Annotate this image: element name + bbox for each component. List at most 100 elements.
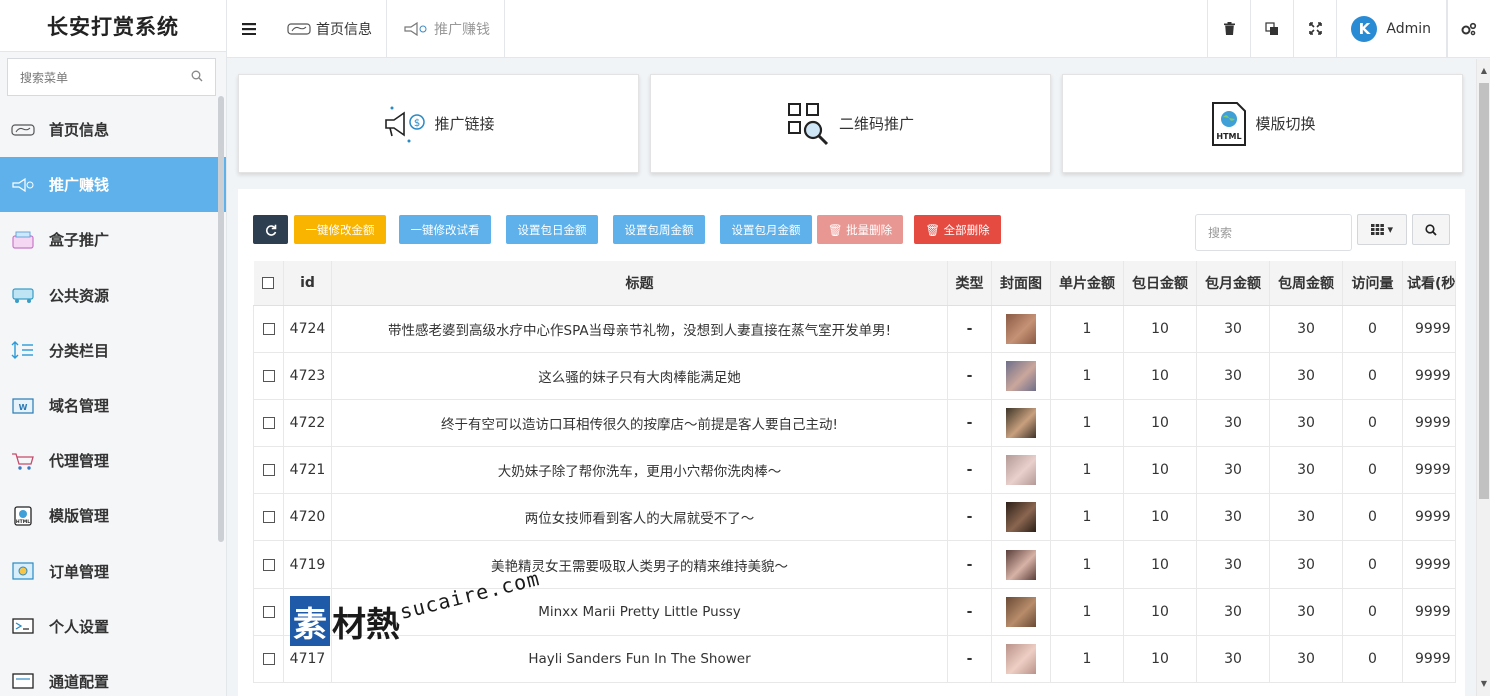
scroll-up-icon[interactable]: ▲ <box>1477 63 1490 77</box>
cell-id: 4724 <box>283 304 332 353</box>
caret-down-icon: ▾ <box>1387 223 1394 236</box>
column-header-single-price[interactable]: 单片金额 <box>1050 261 1124 306</box>
row-checkbox[interactable] <box>262 558 275 571</box>
cell-trial: 9999 <box>1401 634 1457 684</box>
sidebar-item-resource[interactable]: 公共资源 <box>0 268 226 323</box>
set-all-amount-button[interactable]: 一键修改金额 <box>294 215 386 244</box>
row-checkbox[interactable] <box>262 511 275 524</box>
sidebar-item-promotion[interactable]: 推广赚钱 <box>0 157 226 213</box>
promo-link-card[interactable]: $ 推广链接 <box>238 74 639 173</box>
cell-daily: 10 <box>1123 587 1197 636</box>
sidebar-item-profile[interactable]: 个人设置 <box>0 599 226 654</box>
sidebar-item-domain[interactable]: W 域名管理 <box>0 378 226 433</box>
cell-type: - <box>947 634 992 684</box>
list-panel: 一键修改金额 一键修改试看 设置包日金额 设置包周金额 设置包月金额 🗑 批量删… <box>238 189 1465 696</box>
sidebar-item-template[interactable]: HTML 模版管理 <box>0 488 226 543</box>
grid-icon <box>1370 224 1384 235</box>
refresh-button[interactable] <box>253 215 288 244</box>
select-all-checkbox-cell[interactable] <box>253 261 284 306</box>
cell-daily: 10 <box>1123 304 1197 353</box>
set-daily-button[interactable]: 设置包日金额 <box>506 215 598 244</box>
column-header-type[interactable]: 类型 <box>947 261 992 306</box>
sidebar-item-agent[interactable]: 代理管理 <box>0 433 226 488</box>
table-row[interactable]: 4719 美艳精灵女王需要吸取人类男子的精来维持美貌～ -1 10 30 30 0 9999 <box>253 540 1457 589</box>
column-header-monthly-price[interactable]: 包月金额 <box>1196 261 1270 306</box>
table-row[interactable]: 4720 两位女技师看到客人的大屌就受不了～ -1 10 30 30 0 9999 <box>253 493 1457 542</box>
row-checkbox[interactable] <box>262 605 275 618</box>
set-weekly-button[interactable]: 设置包周金额 <box>613 215 705 244</box>
menu-search-input[interactable]: 搜索菜单 <box>7 58 216 96</box>
row-checkbox[interactable] <box>262 369 275 382</box>
refresh-icon <box>265 224 276 236</box>
topbar-actions: K Admin <box>1207 0 1490 57</box>
column-header-trial[interactable]: 试看(秒 <box>1402 261 1457 306</box>
table-row[interactable]: 4721 大奶妹子除了帮你洗车，更用小穴帮你洗肉棒～ -1 10 30 30 0 9999 <box>253 446 1457 495</box>
cover-cell <box>991 446 1051 495</box>
table-search-input[interactable]: 搜索 <box>1195 214 1352 251</box>
sidebar-scrollbar[interactable] <box>218 96 224 542</box>
table-row[interactable]: 4717 Hayli Sanders Fun In The Shower -1 10 3… <box>253 634 1457 684</box>
card-label: 模版切换 <box>1255 115 1316 133</box>
scroll-down-icon[interactable]: ▼ <box>1477 676 1490 690</box>
cover-thumbnail[interactable] <box>1006 455 1036 486</box>
select-all-checkbox[interactable] <box>262 276 275 289</box>
cover-thumbnail[interactable] <box>1006 502 1036 533</box>
html-icon: HTML <box>10 506 36 526</box>
batch-delete-button[interactable]: 🗑 批量删除 <box>817 215 903 244</box>
row-checkbox-cell <box>253 304 284 353</box>
template-switch-card[interactable]: HTML 模版切换 <box>1062 74 1463 173</box>
cell-weekly: 30 <box>1269 304 1343 353</box>
page-scrollbar[interactable]: ▲ ▼ <box>1476 59 1490 696</box>
column-header-views[interactable]: 访问量 <box>1342 261 1403 306</box>
sidebar-item-dashboard[interactable]: 首页信息 <box>0 102 226 157</box>
menu-toggle-icon[interactable] <box>227 0 271 57</box>
tab-promotion[interactable]: 推广赚钱 <box>387 0 505 57</box>
user-menu[interactable]: K Admin <box>1336 0 1447 57</box>
cell-views: 0 <box>1342 351 1403 400</box>
row-checkbox[interactable] <box>262 322 275 335</box>
sidebar-item-label: 分类栏目 <box>49 341 110 360</box>
cover-thumbnail[interactable] <box>1006 360 1036 391</box>
cell-type: - <box>947 587 992 636</box>
row-checkbox[interactable] <box>262 464 275 477</box>
row-checkbox[interactable] <box>262 652 275 665</box>
user-name: Admin <box>1386 20 1431 37</box>
scrollbar-thumb[interactable] <box>1479 83 1489 499</box>
sidebar-item-category[interactable]: 分类栏目 <box>0 323 226 378</box>
columns-toggle-button[interactable]: ▾ <box>1357 214 1407 245</box>
qrcode-promo-card[interactable]: 二维码推广 <box>650 74 1051 173</box>
cell-views: 0 <box>1342 587 1403 636</box>
watermark: 素 材熱 sucaire.com <box>290 566 542 646</box>
sidebar-item-order[interactable]: 订单管理 <box>0 544 226 599</box>
sidebar-item-channel[interactable]: 通道配置 <box>0 654 226 696</box>
column-header-title[interactable]: 标题 <box>331 261 948 306</box>
search-button[interactable] <box>1412 214 1450 245</box>
cell-title: 终于有空可以造访口耳相传很久的按摩店～前提是客人要自己主动! <box>331 398 948 448</box>
cover-thumbnail[interactable] <box>1006 407 1036 438</box>
column-header-weekly-price[interactable]: 包周金额 <box>1269 261 1343 306</box>
gear-icon[interactable] <box>1447 0 1490 57</box>
cover-thumbnail[interactable] <box>1006 549 1036 580</box>
tab-dashboard[interactable]: 首页信息 <box>271 0 387 57</box>
cell-trial: 9999 <box>1401 398 1457 448</box>
table-row[interactable]: 4724 带性感老婆到高级水疗中心作SPA当母亲节礼物，没想到人妻直接在蒸气室开发… <box>253 304 1457 353</box>
fullscreen-icon[interactable] <box>1293 0 1336 57</box>
column-header-daily-price[interactable]: 包日金额 <box>1123 261 1197 306</box>
table-row[interactable]: 4723 这么骚的妹子只有大肉棒能满足她 -1 10 30 30 0 9999 <box>253 351 1457 400</box>
trash-icon[interactable] <box>1207 0 1250 57</box>
column-header-cover[interactable]: 封面图 <box>991 261 1051 306</box>
row-checkbox[interactable] <box>262 416 275 429</box>
set-monthly-button[interactable]: 设置包月金额 <box>720 215 812 244</box>
cover-thumbnail[interactable] <box>1006 596 1036 627</box>
column-header-id[interactable]: id <box>283 261 332 306</box>
table-row[interactable]: 4722 终于有空可以造访口耳相传很久的按摩店～前提是客人要自己主动! -1 10 30… <box>253 398 1457 448</box>
translate-icon[interactable] <box>1250 0 1293 57</box>
sidebar-item-box[interactable]: 盒子推广 <box>0 212 226 267</box>
cover-thumbnail[interactable] <box>1006 643 1036 674</box>
cover-thumbnail[interactable] <box>1006 313 1036 344</box>
cell-type: - <box>947 351 992 400</box>
set-all-trial-button[interactable]: 一键修改试看 <box>399 215 491 244</box>
delete-all-button[interactable]: 🗑 全部删除 <box>914 215 1001 244</box>
cell-id: 4723 <box>283 351 332 400</box>
cell-monthly: 30 <box>1196 587 1270 636</box>
